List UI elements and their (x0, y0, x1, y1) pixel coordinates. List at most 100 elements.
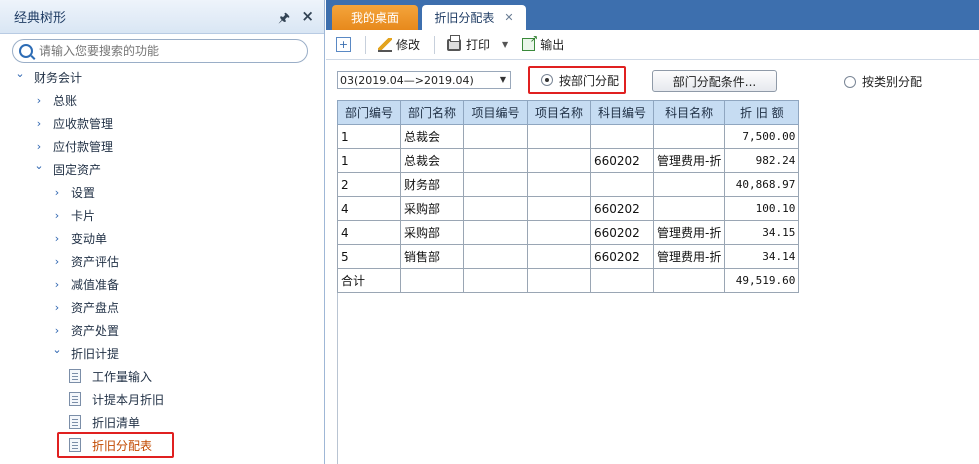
tree-item[interactable]: 计提本月折旧 (69, 388, 164, 410)
chevron-right-icon[interactable]: › (33, 117, 45, 130)
table-row[interactable]: 5 销售部 660202 管理费用-折 34.14 (337, 244, 800, 269)
radio-by-department[interactable]: 按部门分配 (528, 66, 626, 94)
table-cell[interactable]: 总裁会 (400, 148, 464, 173)
tree-item[interactable]: › 卡片 (51, 204, 95, 226)
table-cell[interactable] (463, 244, 528, 269)
export-button[interactable]: 输出 (522, 34, 564, 53)
column-header[interactable]: 科目名称 (652, 100, 726, 125)
tree-item[interactable]: › 应付款管理 (33, 135, 113, 157)
table-cell[interactable] (463, 172, 528, 197)
chevron-right-icon[interactable]: › (51, 232, 63, 245)
table-cell[interactable] (652, 268, 726, 293)
pin-icon[interactable]: 🖈 (278, 9, 290, 31)
table-cell[interactable]: 4 (337, 220, 401, 245)
table-cell[interactable] (463, 268, 528, 293)
column-header[interactable]: 折 旧 额 (724, 100, 800, 125)
table-cell[interactable] (590, 124, 654, 149)
column-header[interactable]: 科目编号 (590, 100, 654, 125)
table-cell[interactable]: 982.24 (724, 148, 800, 173)
table-cell[interactable]: 1 (337, 124, 401, 149)
table-cell[interactable] (463, 124, 528, 149)
table-cell[interactable]: 销售部 (400, 244, 464, 269)
table-cell[interactable] (652, 196, 726, 221)
tree-item[interactable]: ⌄ 折旧计提 (51, 342, 119, 364)
tree-item[interactable]: › 资产评估 (51, 250, 119, 272)
table-cell[interactable]: 40,868.97 (724, 172, 800, 197)
column-header[interactable]: 项目名称 (527, 100, 591, 125)
tab-close-icon[interactable]: ✕ (504, 11, 513, 24)
table-cell[interactable] (527, 172, 591, 197)
table-cell[interactable] (652, 124, 726, 149)
radio-by-category[interactable]: 按类别分配 (844, 73, 922, 90)
print-button[interactable]: 打印 ▼ (447, 34, 508, 53)
table-cell[interactable]: 1 (337, 148, 401, 173)
table-cell[interactable]: 总裁会 (400, 124, 464, 149)
table-cell[interactable]: 4 (337, 196, 401, 221)
column-header[interactable]: 部门编号 (337, 100, 401, 125)
department-condition-button[interactable]: 部门分配条件... (652, 70, 777, 92)
search-box[interactable] (12, 39, 308, 63)
table-row[interactable]: 2 财务部 40,868.97 (337, 172, 800, 197)
table-cell[interactable]: 49,519.60 (724, 268, 800, 293)
table-cell[interactable] (527, 220, 591, 245)
table-cell[interactable]: 34.14 (724, 244, 800, 269)
chevron-right-icon[interactable]: › (51, 301, 63, 314)
chevron-right-icon[interactable]: › (51, 186, 63, 199)
chevron-right-icon[interactable]: › (51, 278, 63, 291)
table-cell[interactable]: 合计 (337, 268, 401, 293)
table-cell[interactable]: 100.10 (724, 196, 800, 221)
table-cell[interactable]: 660202 (590, 220, 654, 245)
table-cell[interactable] (463, 148, 528, 173)
table-cell[interactable]: 660202 (590, 148, 654, 173)
table-cell[interactable] (527, 268, 591, 293)
table-cell[interactable]: 34.15 (724, 220, 800, 245)
table-cell[interactable] (527, 124, 591, 149)
tab-depreciation-allocation[interactable]: 折旧分配表 ✕ (422, 5, 526, 30)
table-cell[interactable] (527, 148, 591, 173)
tab-my-desktop[interactable]: 我的桌面 (332, 5, 418, 30)
tree-item[interactable]: › 资产处置 (51, 319, 119, 341)
table-row[interactable]: 4 采购部 660202 100.10 (337, 196, 800, 221)
table-cell[interactable]: 管理费用-折 (652, 148, 726, 173)
chevron-down-icon[interactable]: ⌄ (33, 159, 45, 172)
table-cell[interactable] (590, 268, 654, 293)
tree-item[interactable]: › 设置 (51, 181, 95, 203)
table-cell[interactable]: 660202 (590, 244, 654, 269)
table-cell[interactable]: 7,500.00 (724, 124, 800, 149)
search-input[interactable] (39, 44, 289, 58)
table-cell[interactable] (400, 268, 464, 293)
table-cell[interactable] (527, 196, 591, 221)
table-cell[interactable]: 660202 (590, 196, 654, 221)
tree-item[interactable]: › 资产盘点 (51, 296, 119, 318)
table-row[interactable]: 合计 49,519.60 (337, 268, 800, 293)
chevron-right-icon[interactable]: › (51, 324, 63, 337)
table-cell[interactable]: 管理费用-折 (652, 244, 726, 269)
table-cell[interactable] (590, 172, 654, 197)
chevron-right-icon[interactable]: › (51, 209, 63, 222)
table-cell[interactable]: 采购部 (400, 220, 464, 245)
period-select[interactable]: 03(2019.04—>2019.04) ▼ (337, 71, 511, 89)
chevron-down-icon[interactable]: ⌄ (51, 343, 63, 356)
tree-item[interactable]: 折旧清单 (69, 411, 140, 433)
table-cell[interactable] (463, 196, 528, 221)
column-header[interactable]: 项目编号 (463, 100, 528, 125)
table-row[interactable]: 1 总裁会 660202 管理费用-折 982.24 (337, 148, 800, 173)
tree-item[interactable]: 工作量输入 (69, 365, 152, 387)
table-cell[interactable] (652, 172, 726, 197)
add-icon[interactable]: + (336, 37, 351, 52)
edit-button[interactable]: 修改 (378, 36, 420, 53)
table-cell[interactable]: 管理费用-折 (652, 220, 726, 245)
close-icon[interactable]: × (301, 7, 314, 25)
tree-item[interactable]: ⌄ 财务会计 (14, 66, 82, 88)
tree-item[interactable]: › 减值准备 (51, 273, 119, 295)
chevron-right-icon[interactable]: › (33, 140, 45, 153)
tree-item[interactable]: ⌄ 固定资产 (33, 158, 101, 180)
table-row[interactable]: 1 总裁会 7,500.00 (337, 124, 800, 149)
column-header[interactable]: 部门名称 (400, 100, 464, 125)
tree-item[interactable]: › 变动单 (51, 227, 107, 249)
table-cell[interactable]: 财务部 (400, 172, 464, 197)
table-cell[interactable]: 2 (337, 172, 401, 197)
table-row[interactable]: 4 采购部 660202 管理费用-折 34.15 (337, 220, 800, 245)
tree-item[interactable]: › 应收款管理 (33, 112, 113, 134)
table-cell[interactable] (527, 244, 591, 269)
